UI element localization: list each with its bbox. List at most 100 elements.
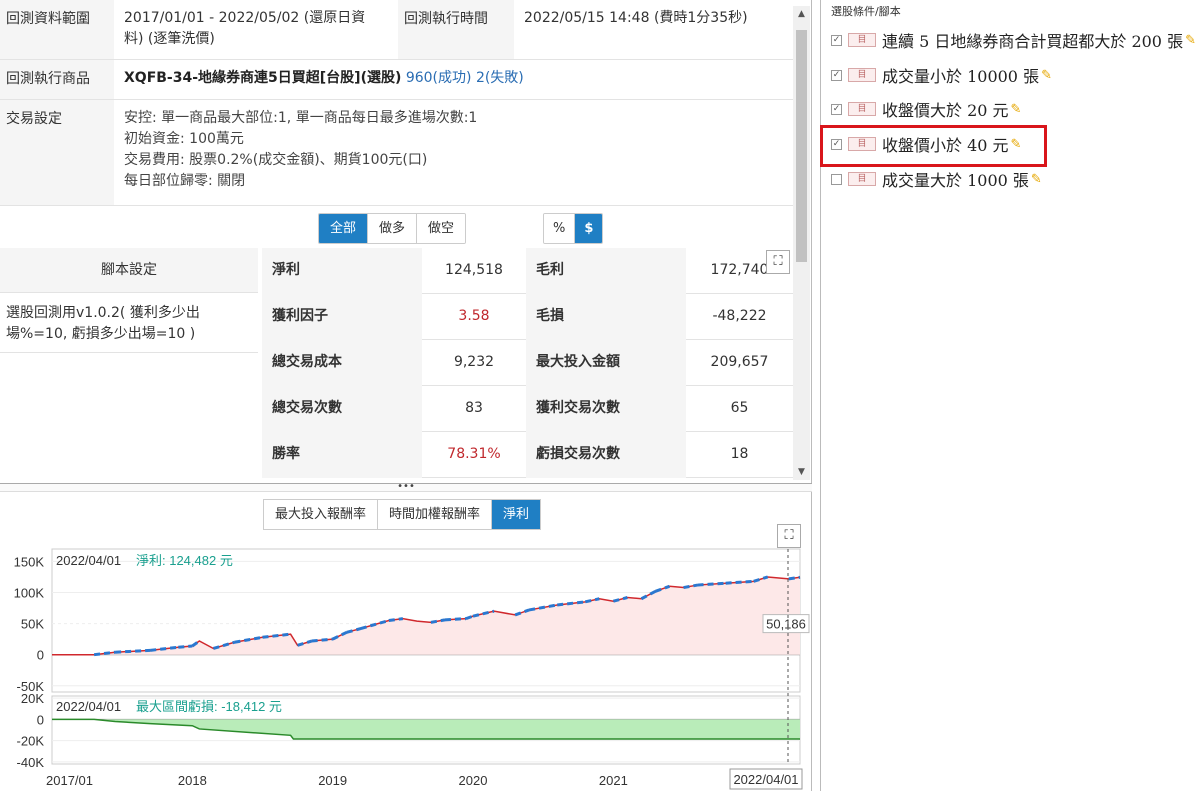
exec-time-label: 回測執行時間	[398, 0, 514, 59]
metric-value: 65	[730, 400, 749, 416]
y-tick-label: 100K	[14, 586, 45, 601]
metric-key: 虧損交易次數	[526, 432, 686, 478]
range-value-line1: 2017/01/01 - 2022/05/02 (還原日資	[124, 10, 366, 26]
metric-key: 毛利	[526, 248, 686, 294]
y-tick-label: 0	[37, 712, 44, 727]
condition-checkbox[interactable]: ✓	[831, 34, 842, 46]
legend-date: 2022/04/01	[56, 553, 121, 568]
script-doc-icon: 目	[848, 102, 876, 116]
legend-net-profit: 淨利: 124,482 元	[136, 553, 233, 568]
filter-short-button[interactable]: 做空	[417, 214, 466, 243]
metric-key: 勝率	[262, 432, 422, 478]
y-tick-label: -40K	[17, 755, 45, 770]
expand-icon[interactable]: ⛶	[766, 250, 790, 274]
metric-value: 83	[465, 400, 483, 416]
legend-date: 2022/04/01	[56, 699, 121, 714]
value-marker-label: 50,186	[766, 617, 806, 632]
trade-line: 每日部位歸零: 關閉	[124, 173, 246, 189]
condition-item[interactable]: ✓ 目連續 5 日地緣券商合計買超都大於 200 張 ✎	[831, 28, 1196, 52]
vertical-scrollbar[interactable]: ▲ ▼	[793, 6, 810, 480]
condition-checkbox[interactable]: ✓	[831, 69, 842, 81]
trade-settings-value: 安控: 單一商品最大部位:1, 單一商品每日最多進場次數:1 初始資金: 100…	[114, 100, 793, 205]
condition-text: 連續 5 日地緣券商合計買超都大於 200 張	[882, 32, 1184, 51]
metric-value: -48,222	[712, 308, 767, 324]
screening-conditions-panel: 選股條件/腳本 ✓ 目連續 5 日地緣券商合計買超都大於 200 張 ✎ ✓ 目成交量小…	[820, 0, 1200, 791]
metric-value: 124,518	[445, 262, 503, 278]
y-tick-label: 50K	[21, 617, 44, 632]
script-settings-body: 選股回測用v1.0.2( 獲利多少出 場%=10, 虧損多少出場=10 )	[0, 293, 258, 355]
scroll-down-icon[interactable]: ▼	[793, 464, 810, 480]
x-tick-label: 2021	[599, 773, 628, 788]
product-fail-link[interactable]: 2(失敗)	[476, 70, 524, 86]
metrics-table: 淨利 124,518 毛利 172,740 獲利因子 3.58 毛損 -48,222 總交易成本…	[262, 248, 793, 478]
pencil-icon[interactable]: ✎	[1185, 33, 1196, 48]
net-profit-gain-segment	[725, 579, 754, 585]
x-tick-label: 2020	[459, 773, 488, 788]
x-tick-label: 2018	[178, 773, 207, 788]
metric-value: 18	[730, 446, 749, 462]
product-label: 回測執行商品	[0, 60, 114, 99]
condition-item[interactable]: 目成交量大於 1000 張 ✎	[831, 167, 1042, 191]
x-tick-label: 2019	[318, 773, 347, 788]
trade-line: 交易費用: 股票0.2%(成交金額)、期貨100元(口)	[124, 152, 428, 168]
condition-item[interactable]: ✓ 目成交量小於 10000 張 ✎	[831, 63, 1052, 87]
range-value: 2017/01/01 - 2022/05/02 (還原日資 料) (逐筆洗價)	[114, 0, 398, 59]
report-summary-pane: 回測資料範圍 2017/01/01 - 2022/05/02 (還原日資 料) …	[0, 0, 812, 483]
script-doc-icon: 目	[848, 33, 876, 47]
condition-text: 成交量大於 1000 張	[882, 171, 1029, 190]
script-doc-icon: 目	[848, 68, 876, 82]
pane-splitter[interactable]: •••	[0, 482, 812, 492]
net-profit-gain-segment	[697, 581, 726, 587]
pencil-icon[interactable]: ✎	[1031, 172, 1042, 187]
metric-key: 獲利因子	[262, 294, 422, 340]
unit-dollar-button[interactable]: $	[575, 214, 603, 243]
metric-key: 毛損	[526, 294, 686, 340]
metric-value: 3.58	[458, 308, 490, 324]
product-success-link[interactable]: 960(成功)	[406, 70, 472, 86]
x-end-label: 2022/04/01	[733, 772, 798, 787]
condition-item[interactable]: ✓ 目收盤價大於 20 元 ✎	[831, 97, 1021, 121]
direction-filter-group: 全部 做多 做空	[318, 213, 467, 244]
trade-line: 初始資金: 100萬元	[124, 131, 244, 147]
script-settings: 腳本設定 選股回測用v1.0.2( 獲利多少出 場%=10, 虧損多少出場=10…	[0, 248, 258, 353]
condition-checkbox[interactable]	[831, 173, 842, 185]
script-line: 場%=10, 虧損多少出場=10 )	[6, 326, 196, 342]
backtest-report-panel: 回測資料範圍 2017/01/01 - 2022/05/02 (還原日資 料) …	[0, 0, 812, 791]
pencil-icon[interactable]: ✎	[1041, 68, 1052, 83]
metrics-row: 淨利 124,518 毛利 172,740	[262, 248, 793, 294]
filter-all-button[interactable]: 全部	[319, 214, 369, 243]
metric-value: 209,657	[710, 354, 769, 370]
metric-value: 78.31%	[447, 446, 501, 462]
scroll-up-icon[interactable]: ▲	[793, 6, 810, 22]
metric-key: 總交易次數	[262, 386, 422, 432]
metrics-row: 勝率 78.31% 虧損交易次數 18	[262, 432, 793, 478]
y-tick-label: 20K	[21, 691, 44, 706]
x-tick-label: 2017/01	[46, 773, 93, 788]
y-tick-label: -20K	[17, 734, 45, 749]
product-value: XQFB-34-地緣券商連5日買超[台股](選股) 960(成功) 2(失敗)	[114, 60, 793, 99]
metric-value: 9,232	[453, 354, 495, 370]
y-tick-label: 150K	[14, 554, 45, 569]
script-line: 選股回測用v1.0.2( 獲利多少出	[6, 305, 200, 321]
script-settings-header: 腳本設定	[0, 248, 258, 293]
scrollbar-thumb[interactable]	[796, 30, 807, 262]
range-label: 回測資料範圍	[0, 0, 114, 59]
condition-checkbox[interactable]: ✓	[831, 103, 842, 115]
equity-chart: 150K100K50K0-50K2022/04/01 淨利: 124,482 元5…	[14, 548, 810, 790]
pencil-icon[interactable]: ✎	[1011, 102, 1022, 117]
metric-key: 淨利	[262, 248, 422, 294]
unit-percent-button[interactable]: %	[544, 214, 576, 243]
trade-settings-row: 交易設定 安控: 單一商品最大部位:1, 單一商品每日最多進場次數:1 初始資金…	[0, 100, 793, 206]
trade-label: 交易設定	[0, 100, 114, 205]
metric-key: 最大投入金額	[526, 340, 686, 386]
conditions-title: 選股條件/腳本	[831, 5, 901, 18]
filter-long-button[interactable]: 做多	[368, 214, 418, 243]
legend-drawdown: 最大區間虧損: -18,412 元	[136, 699, 282, 714]
trade-line: 安控: 單一商品最大部位:1, 單一商品每日最多進場次數:1	[124, 110, 478, 126]
metric-key: 總交易成本	[262, 340, 422, 386]
product-row: 回測執行商品 XQFB-34-地緣券商連5日買超[台股](選股) 960(成功)…	[0, 60, 793, 100]
metric-key: 獲利交易次數	[526, 386, 686, 432]
product-name: XQFB-34-地緣券商連5日買超[台股](選股)	[124, 70, 402, 86]
metrics-row: 總交易成本 9,232 最大投入金額 209,657	[262, 340, 793, 386]
range-value-line2: 料) (逐筆洗價)	[124, 31, 215, 47]
